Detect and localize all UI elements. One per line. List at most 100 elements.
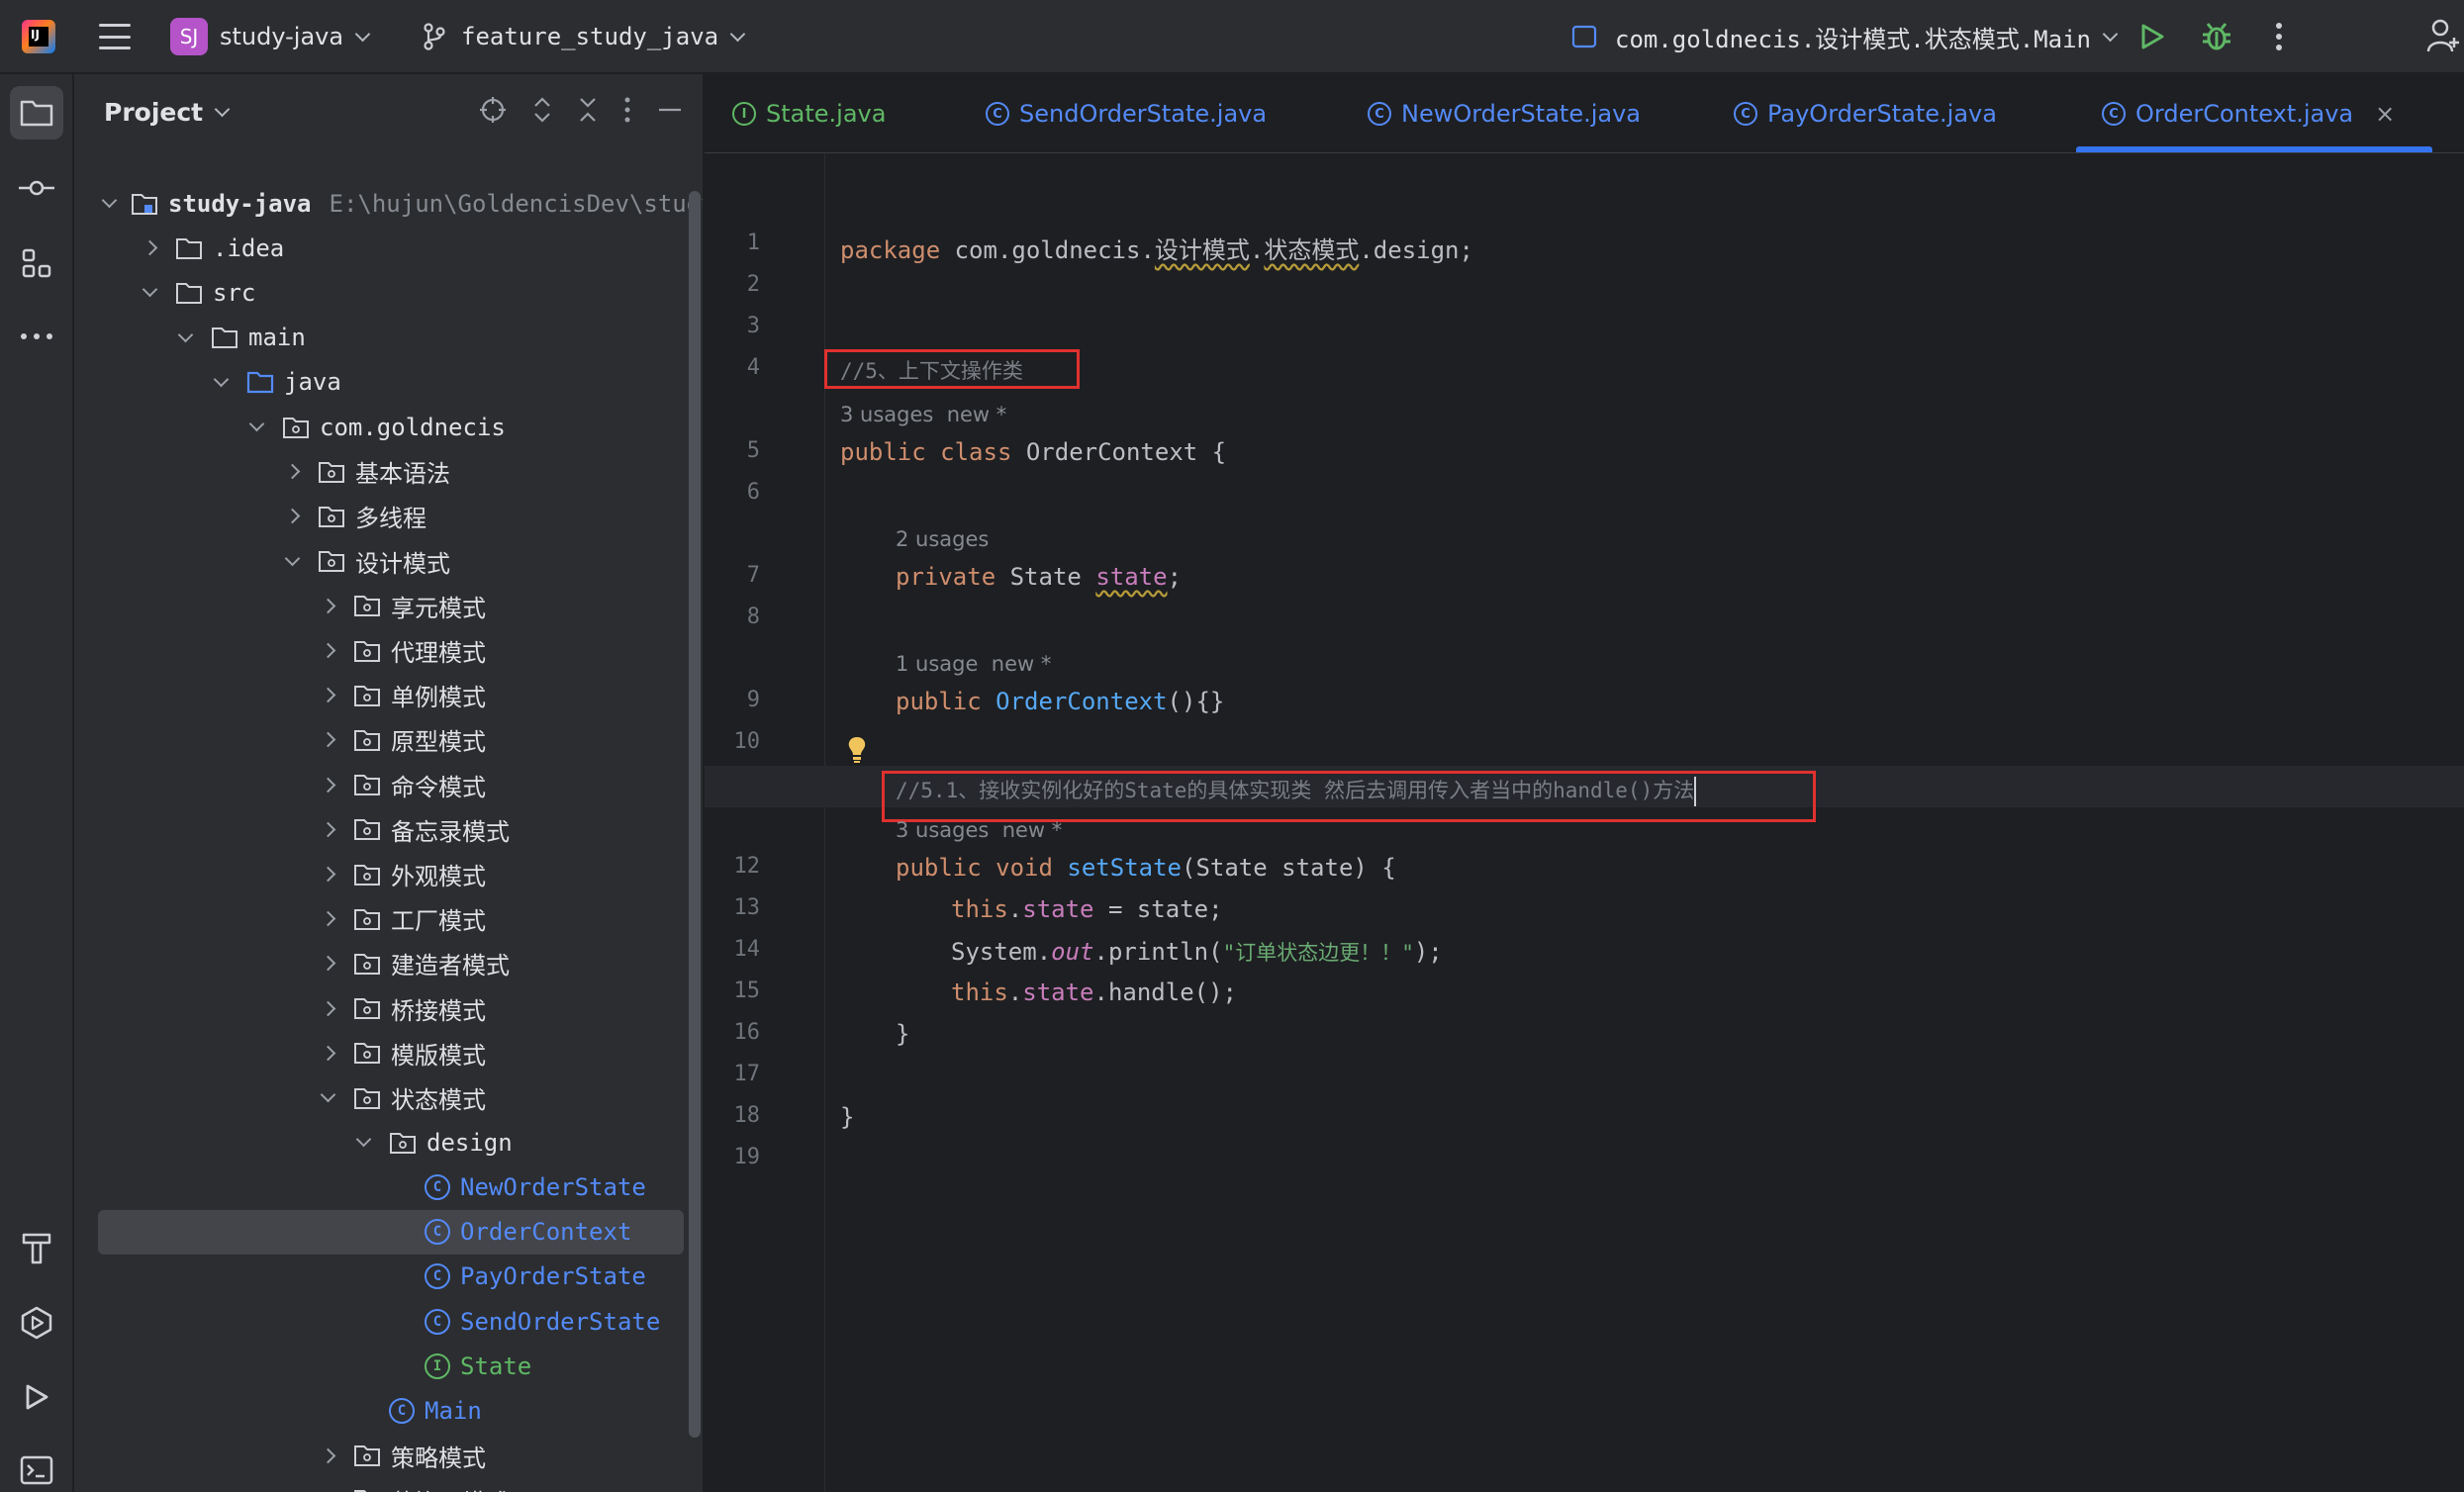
tree-package-pattern[interactable]: 工厂模式	[74, 896, 688, 941]
tree-package-pattern[interactable]: 建造者模式	[74, 941, 688, 985]
chevron-down-icon[interactable]	[246, 416, 266, 437]
line-number[interactable]: 6	[705, 480, 760, 505]
tree-package-pattern[interactable]: 享元模式	[74, 584, 688, 628]
build-tool-button[interactable]	[10, 1222, 63, 1275]
branch-switcher[interactable]: feature_study_java	[422, 0, 746, 73]
minimize-icon[interactable]	[657, 96, 683, 124]
chevron-right-icon[interactable]	[318, 909, 337, 929]
tree-folder-src[interactable]: src	[74, 270, 688, 315]
tree-package-pattern[interactable]: 命令模式	[74, 763, 688, 807]
tree-package-pattern[interactable]: 装饰器模式	[74, 1478, 688, 1492]
tree-folder-main[interactable]: main	[74, 316, 688, 360]
chevron-right-icon[interactable]	[282, 507, 302, 526]
chevron-right-icon[interactable]	[282, 462, 302, 482]
line-number[interactable]: 3	[705, 314, 760, 338]
lightbulb-icon[interactable]	[846, 735, 868, 765]
line-number[interactable]: 7	[705, 563, 760, 588]
tree-package-pattern[interactable]: 模版模式	[74, 1031, 688, 1075]
tree-package-pattern[interactable]: 代理模式	[74, 628, 688, 673]
line-number[interactable]: 19	[705, 1145, 761, 1169]
chevron-right-icon[interactable]	[318, 998, 337, 1018]
more-icon[interactable]	[2274, 22, 2284, 51]
usage-hint[interactable]: 3 usages new *	[896, 818, 1062, 842]
usage-hint[interactable]: 1 usage new *	[896, 652, 1051, 676]
line-number[interactable]: 5	[705, 438, 760, 463]
tree-package-pattern[interactable]: 桥接模式	[74, 986, 688, 1031]
tab-ordercontext-java[interactable]: C OrderContext.java ×	[2102, 74, 2399, 153]
line-number[interactable]: 8	[705, 605, 760, 629]
tree-package-pattern[interactable]: 原型模式	[74, 717, 688, 762]
run-config-selector[interactable]: com.goldnecis.设计模式.状态模式.Main	[1571, 0, 2119, 73]
structure-tool-button[interactable]	[10, 236, 63, 290]
tree-root-study-java[interactable]: study-java E:\hujun\GoldencisDev\study-	[74, 181, 703, 226]
debug-icon[interactable]	[2201, 20, 2232, 53]
tree-class[interactable]: C OrderContext	[98, 1209, 684, 1255]
line-number[interactable]: 17	[705, 1062, 761, 1086]
line-number[interactable]: 15	[705, 979, 761, 1003]
add-user-icon[interactable]	[2426, 18, 2460, 53]
tree-folder-java[interactable]: java	[74, 360, 688, 405]
tree-package-com-goldnecis[interactable]: com.goldnecis	[74, 405, 688, 449]
tree-interface-state[interactable]: I State	[74, 1344, 688, 1388]
locate-icon[interactable]	[479, 96, 507, 124]
run-icon[interactable]	[2137, 22, 2167, 51]
menu-icon[interactable]	[99, 24, 131, 49]
chevron-down-icon[interactable]	[140, 282, 159, 303]
tree-package-pattern[interactable]: 单例模式	[74, 673, 688, 717]
collapse-icon[interactable]	[578, 96, 598, 124]
more-tools-button[interactable]	[10, 310, 63, 363]
usage-hint[interactable]: 2 usages	[896, 527, 989, 551]
tree-package-pattern[interactable]: 策略模式	[74, 1434, 688, 1478]
line-number[interactable]: 4	[705, 355, 760, 380]
tab-sendorderstate-java[interactable]: C SendOrderState.java	[986, 74, 1267, 153]
tree-class[interactable]: C PayOrderState	[74, 1255, 688, 1299]
code-area[interactable]: package com.goldnecis.设计模式.状态模式.design; …	[705, 153, 2464, 1492]
line-number[interactable]: 16	[705, 1020, 761, 1045]
tab-neworderstate-java[interactable]: C NewOrderState.java	[1368, 74, 1641, 153]
chevron-right-icon[interactable]	[318, 686, 337, 705]
line-number[interactable]: 9	[705, 688, 760, 712]
line-number[interactable]: 18	[705, 1103, 761, 1128]
tree-package-design[interactable]: design	[74, 1120, 688, 1165]
chevron-down-icon[interactable]	[211, 371, 231, 392]
chevron-down-icon[interactable]	[175, 326, 195, 347]
tree-class[interactable]: C NewOrderState	[74, 1165, 688, 1209]
line-number[interactable]: 12	[705, 854, 761, 879]
tab-state-java[interactable]: I State.java	[732, 74, 886, 153]
chevron-down-icon[interactable]	[353, 1131, 373, 1153]
tree-class[interactable]: C SendOrderState	[74, 1299, 688, 1344]
services-tool-button[interactable]	[10, 1296, 63, 1350]
tree-class-main[interactable]: C Main	[74, 1388, 688, 1433]
commit-tool-button[interactable]	[10, 161, 63, 215]
chevron-right-icon[interactable]	[318, 730, 337, 750]
project-panel-title[interactable]: Project	[104, 98, 231, 127]
chevron-right-icon[interactable]	[318, 954, 337, 974]
chevron-right-icon[interactable]	[318, 819, 337, 839]
project-tool-button[interactable]	[10, 86, 63, 140]
line-number[interactable]: 2	[705, 272, 760, 297]
chevron-right-icon[interactable]	[318, 865, 337, 885]
tree-package-basic[interactable]: 基本语法	[74, 449, 688, 494]
chevron-right-icon[interactable]	[318, 1043, 337, 1063]
chevron-down-icon[interactable]	[318, 1086, 337, 1108]
tab-payorderstate-java[interactable]: C PayOrderState.java	[1734, 74, 1997, 153]
tree-package-thread[interactable]: 多线程	[74, 494, 688, 538]
chevron-right-icon[interactable]	[140, 238, 159, 258]
line-number[interactable]: 10	[705, 729, 761, 754]
tree-package-pattern[interactable]: 备忘录模式	[74, 807, 688, 852]
line-number[interactable]: 13	[705, 895, 761, 920]
tree-package-state-pattern[interactable]: 状态模式	[74, 1075, 688, 1120]
chevron-right-icon[interactable]	[318, 775, 337, 794]
tree-scrollbar[interactable]	[689, 191, 701, 1438]
line-number[interactable]: 1	[705, 231, 760, 255]
tree-package-design-patterns[interactable]: 设计模式	[74, 539, 688, 584]
chevron-right-icon[interactable]	[318, 641, 337, 661]
more-icon[interactable]	[623, 96, 631, 124]
usage-hint[interactable]: 3 usages new *	[840, 403, 1006, 426]
chevron-right-icon[interactable]	[318, 596, 337, 615]
tree-package-pattern[interactable]: 外观模式	[74, 852, 688, 896]
project-switcher[interactable]: SJ study-java	[170, 0, 371, 73]
chevron-down-icon[interactable]	[282, 550, 302, 571]
chevron-down-icon[interactable]	[101, 192, 118, 214]
chevron-right-icon[interactable]	[318, 1445, 337, 1465]
